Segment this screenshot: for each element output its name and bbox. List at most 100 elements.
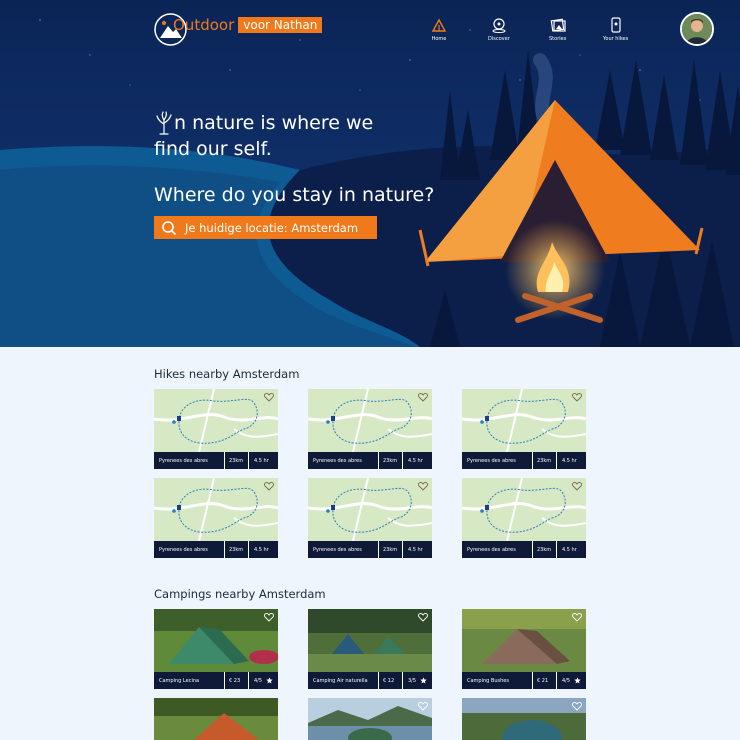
hero-question: Where do you stay in nature?	[154, 184, 435, 206]
phone-icon	[611, 17, 621, 33]
hike-name: Pyrenees des abres	[313, 546, 362, 553]
hikes-section-title: Hikes nearby Amsterdam	[154, 367, 300, 381]
heart-icon[interactable]	[264, 612, 274, 622]
camping-rating: 4/5	[556, 672, 586, 689]
brand-word: Outdoor	[173, 16, 235, 34]
heart-icon[interactable]	[418, 392, 428, 402]
hero-illustration	[0, 0, 740, 347]
camping-name: Camping Bushes	[467, 677, 509, 684]
camping-card[interactable]: Camping Air naturella € 12 3/5	[308, 609, 432, 689]
tree-icon	[156, 111, 172, 135]
hike-duration: 4.5 hr	[248, 541, 278, 558]
hike-distance: 23km	[224, 452, 248, 469]
hike-duration: 4.5 hr	[556, 452, 586, 469]
brand-name-badge: voor Nathan	[238, 17, 323, 33]
heart-icon[interactable]	[264, 481, 274, 491]
nav-item-discover[interactable]: Discover	[488, 17, 510, 42]
search-icon	[162, 220, 177, 235]
camping-photo	[462, 609, 586, 672]
camping-rating-value: 4/5	[562, 677, 571, 684]
tent-icon	[431, 18, 447, 32]
nav-item-your-hikes[interactable]: Your hikes	[603, 17, 628, 42]
heart-icon[interactable]	[572, 481, 582, 491]
hike-card-footer: Pyrenees des abres 23km 4.5 hr	[308, 452, 432, 469]
camping-photo	[308, 609, 432, 672]
camping-card-footer: Camping Bushes € 21 4/5	[462, 672, 586, 689]
heart-icon[interactable]	[418, 481, 428, 491]
hike-name: Pyrenees des abres	[467, 546, 516, 553]
nav-label-home: Home	[431, 36, 447, 42]
hike-route-map	[154, 478, 278, 541]
hike-card-footer: Pyrenees des abres 23km 4.5 hr	[154, 452, 278, 469]
hike-name: Pyrenees des abres	[313, 457, 362, 464]
camping-rating-value: 3/5	[408, 677, 417, 684]
hike-distance: 23km	[224, 541, 248, 558]
camping-rating-value: 4/5	[254, 677, 263, 684]
hike-card[interactable]: Pyrenees des abres 23km 4.5 hr	[462, 478, 586, 558]
hike-card[interactable]: Pyrenees des abres 23km 4.5 hr	[462, 389, 586, 469]
hike-distance: 23km	[378, 452, 402, 469]
hike-card-footer: Pyrenees des abres 23km 4.5 hr	[462, 541, 586, 558]
nav-label-discover: Discover	[488, 36, 510, 42]
hike-route-map	[308, 389, 432, 452]
hero-headline: n nature is where we find our self.	[154, 110, 373, 162]
hero-headline-line-2: find our self.	[154, 138, 272, 160]
heart-icon[interactable]	[264, 392, 274, 402]
heart-icon[interactable]	[418, 612, 428, 622]
nav-label-stories: Stories	[549, 36, 567, 42]
hike-duration: 4.5 hr	[402, 452, 432, 469]
hike-duration: 4.5 hr	[402, 541, 432, 558]
camping-name: Camping Lecina	[159, 677, 200, 684]
hike-name: Pyrenees des abres	[159, 546, 208, 553]
heart-icon[interactable]	[572, 392, 582, 402]
hero-banner: Outdoor voor Nathan Home Discover Storie…	[0, 0, 740, 347]
camping-card[interactable]: Camping Lecina € 23 4/5	[154, 609, 278, 689]
hike-card-footer: Pyrenees des abres 23km 4.5 hr	[154, 541, 278, 558]
hike-card[interactable]: Pyrenees des abres 23km 4.5 hr	[154, 478, 278, 558]
star-icon	[574, 677, 581, 684]
hike-distance: 23km	[378, 541, 402, 558]
hike-name: Pyrenees des abres	[159, 457, 208, 464]
campings-section-title: Campings nearby Amsterdam	[154, 587, 326, 601]
hike-card-footer: Pyrenees des abres 23km 4.5 hr	[308, 541, 432, 558]
hike-distance: 23km	[532, 452, 556, 469]
star-icon	[266, 677, 273, 684]
hike-route-map	[308, 478, 432, 541]
hike-distance: 23km	[532, 541, 556, 558]
camping-card-footer: Camping Air naturella € 12 3/5	[308, 672, 432, 689]
camping-card-partial[interactable]	[308, 698, 432, 740]
star-icon	[420, 677, 427, 684]
camping-photo	[308, 698, 432, 740]
avatar[interactable]	[680, 12, 714, 46]
hike-card-footer: Pyrenees des abres 23km 4.5 hr	[462, 452, 586, 469]
camping-rating: 4/5	[248, 672, 278, 689]
photos-icon	[550, 18, 566, 32]
camping-price: € 21	[532, 672, 556, 689]
heart-icon[interactable]	[418, 701, 428, 711]
heart-icon[interactable]	[572, 612, 582, 622]
nav-item-home[interactable]: Home	[431, 17, 447, 42]
hike-route-map	[462, 478, 586, 541]
nav-item-stories[interactable]: Stories	[549, 17, 566, 42]
camping-photo	[154, 609, 278, 672]
hike-name: Pyrenees des abres	[467, 457, 516, 464]
hike-route-map	[154, 389, 278, 452]
compass-icon	[492, 18, 506, 33]
search-input-value[interactable]: Je huidige locatie: Amsterdam	[185, 221, 358, 235]
heart-icon[interactable]	[572, 701, 582, 711]
hike-card[interactable]: Pyrenees des abres 23km 4.5 hr	[308, 478, 432, 558]
hero-headline-line-1: n nature is where we	[174, 112, 374, 134]
camping-card-partial[interactable]	[154, 698, 278, 740]
camping-card-partial[interactable]	[462, 698, 586, 740]
hike-card[interactable]: Pyrenees des abres 23km 4.5 hr	[308, 389, 432, 469]
camping-price: € 12	[378, 672, 402, 689]
camping-rating: 3/5	[402, 672, 432, 689]
camping-name: Camping Air naturella	[313, 677, 368, 684]
user-avatar-icon	[682, 14, 712, 44]
hike-duration: 4.5 hr	[556, 541, 586, 558]
location-search-bar[interactable]: Je huidige locatie: Amsterdam	[154, 216, 377, 239]
hike-card[interactable]: Pyrenees des abres 23km 4.5 hr	[154, 389, 278, 469]
brand-logo-block[interactable]: Outdoor voor Nathan	[154, 13, 323, 46]
camping-photo	[154, 698, 278, 740]
camping-card[interactable]: Camping Bushes € 21 4/5	[462, 609, 586, 689]
